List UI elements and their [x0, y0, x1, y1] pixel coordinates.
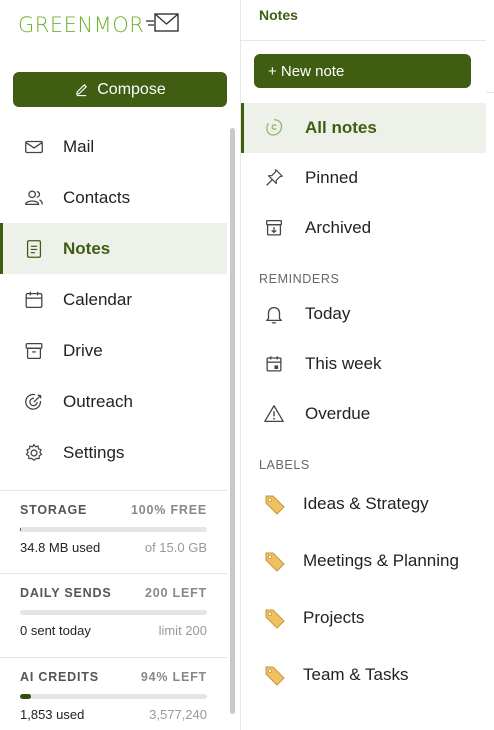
label-team-tasks[interactable]: Team & Tasks	[241, 646, 486, 703]
storage-used: 34.8 MB used	[20, 540, 101, 555]
calendar-icon	[22, 288, 46, 312]
sends-quota-header: DAILY SENDS 200 LEFT	[20, 586, 207, 600]
storage-title: STORAGE	[20, 503, 88, 517]
ai-credits-quota-footer: 1,853 used 3,577,240	[20, 707, 207, 722]
ai-credits-bar	[20, 694, 207, 699]
storage-limit: of 15.0 GB	[144, 540, 207, 555]
notes-view-label: All notes	[305, 118, 377, 137]
warning-icon	[263, 403, 285, 425]
storage-quota: STORAGE 100% FREE 34.8 MB used of 15.0 G…	[0, 490, 227, 572]
nav-item-notes[interactable]: Notes	[0, 223, 227, 274]
notes-view-all[interactable]: All notes	[241, 103, 486, 153]
notes-panel-title: Notes	[259, 7, 298, 23]
sidebar-scrollbar[interactable]	[230, 128, 235, 714]
mail-icon	[22, 135, 46, 159]
reminder-this-week[interactable]: This week	[241, 339, 486, 389]
storage-bar	[20, 527, 207, 532]
label-projects[interactable]: Projects	[241, 589, 486, 646]
compose-label: Compose	[97, 80, 166, 98]
notes-view-label: Pinned	[305, 168, 358, 187]
new-note-button[interactable]: + New note	[254, 54, 471, 88]
nav-item-label: Notes	[63, 238, 111, 258]
nav-item-drive[interactable]: Drive	[0, 325, 227, 376]
sends-status: 200 LEFT	[145, 586, 207, 600]
drive-icon	[22, 339, 46, 363]
tag-icon	[263, 606, 287, 630]
notes-icon	[22, 237, 46, 261]
envelope-logo-icon	[146, 12, 180, 39]
pencil-icon	[76, 84, 88, 97]
ai-credits-bar-fill	[20, 694, 32, 699]
ai-credits-status: 94% LEFT	[140, 670, 207, 684]
nav-item-contacts[interactable]: Contacts	[0, 172, 227, 223]
label-ideas-strategy[interactable]: Ideas & Strategy	[241, 475, 486, 532]
nav-item-label: Settings	[63, 442, 125, 462]
reminder-label: Today	[305, 304, 351, 323]
reminder-label: Overdue	[305, 404, 371, 423]
brand-name: GREENMOR	[18, 13, 145, 37]
bell-icon	[263, 303, 285, 325]
notes-view-archived[interactable]: Archived	[241, 203, 486, 253]
ai-credits-quota: AI CREDITS 94% LEFT 1,853 used 3,577,240	[0, 657, 227, 730]
sends-quota: DAILY SENDS 200 LEFT 0 sent today limit …	[0, 573, 227, 657]
nav-item-label: Mail	[63, 136, 95, 156]
brand-logo[interactable]: GREENMOR	[18, 8, 180, 42]
calendar-week-icon	[263, 353, 285, 375]
nav-item-mail[interactable]: Mail	[0, 121, 227, 172]
sends-limit: limit 200	[158, 623, 207, 638]
pin-icon	[263, 167, 285, 189]
reminder-today[interactable]: Today	[241, 289, 486, 339]
notes-view-pinned[interactable]: Pinned	[241, 153, 486, 203]
storage-status: 100% FREE	[131, 503, 207, 517]
nav-item-outreach[interactable]: Outreach	[0, 376, 227, 427]
ai-credits-limit: 3,577,240	[149, 707, 207, 722]
label-name: Ideas & Strategy	[303, 493, 429, 513]
notes-view-label: Archived	[305, 218, 372, 237]
tag-icon	[263, 492, 287, 516]
ai-credits-quota-header: AI CREDITS 94% LEFT	[20, 670, 207, 684]
reminder-overdue[interactable]: Overdue	[241, 389, 486, 439]
storage-quota-footer: 34.8 MB used of 15.0 GB	[20, 540, 207, 555]
tag-icon	[263, 549, 287, 573]
label-name: Projects	[303, 607, 365, 627]
gear-icon	[22, 441, 46, 465]
sends-title: DAILY SENDS	[20, 586, 112, 600]
notes-nav: All notes Pinned Archived REMINDERS Toda…	[241, 103, 486, 703]
label-meetings-planning[interactable]: Meetings & Planning	[241, 532, 486, 589]
notes-panel: Notes + New note All notes Pinned Archiv…	[241, 0, 494, 730]
divider	[241, 40, 486, 41]
compose-button[interactable]: Compose	[13, 72, 227, 107]
all-notes-icon	[263, 117, 285, 139]
archive-icon	[263, 217, 285, 239]
reminder-label: This week	[305, 354, 382, 373]
divider	[486, 92, 494, 93]
label-name: Team & Tasks	[303, 664, 409, 684]
sidebar: GREENMOR Compose Mail Contacts Notes Cal…	[0, 0, 241, 730]
nav-item-label: Calendar	[63, 289, 132, 309]
nav-item-settings[interactable]: Settings	[0, 427, 227, 478]
label-name: Meetings & Planning	[303, 550, 459, 570]
sends-bar	[20, 610, 207, 615]
nav-item-label: Outreach	[63, 391, 133, 411]
outreach-icon	[22, 390, 46, 414]
nav-item-calendar[interactable]: Calendar	[0, 274, 227, 325]
ai-credits-title: AI CREDITS	[20, 670, 99, 684]
nav-item-label: Contacts	[63, 187, 131, 207]
main-nav: Mail Contacts Notes Calendar Drive Outre…	[0, 121, 227, 478]
storage-quota-header: STORAGE 100% FREE	[20, 503, 207, 517]
sends-used: 0 sent today	[20, 623, 91, 638]
contacts-icon	[22, 186, 46, 210]
sends-quota-footer: 0 sent today limit 200	[20, 623, 207, 638]
tag-icon	[263, 663, 287, 687]
labels-heading: LABELS	[259, 458, 310, 472]
ai-credits-used: 1,853 used	[20, 707, 85, 722]
reminders-heading: REMINDERS	[259, 272, 340, 286]
nav-item-label: Drive	[63, 340, 103, 360]
